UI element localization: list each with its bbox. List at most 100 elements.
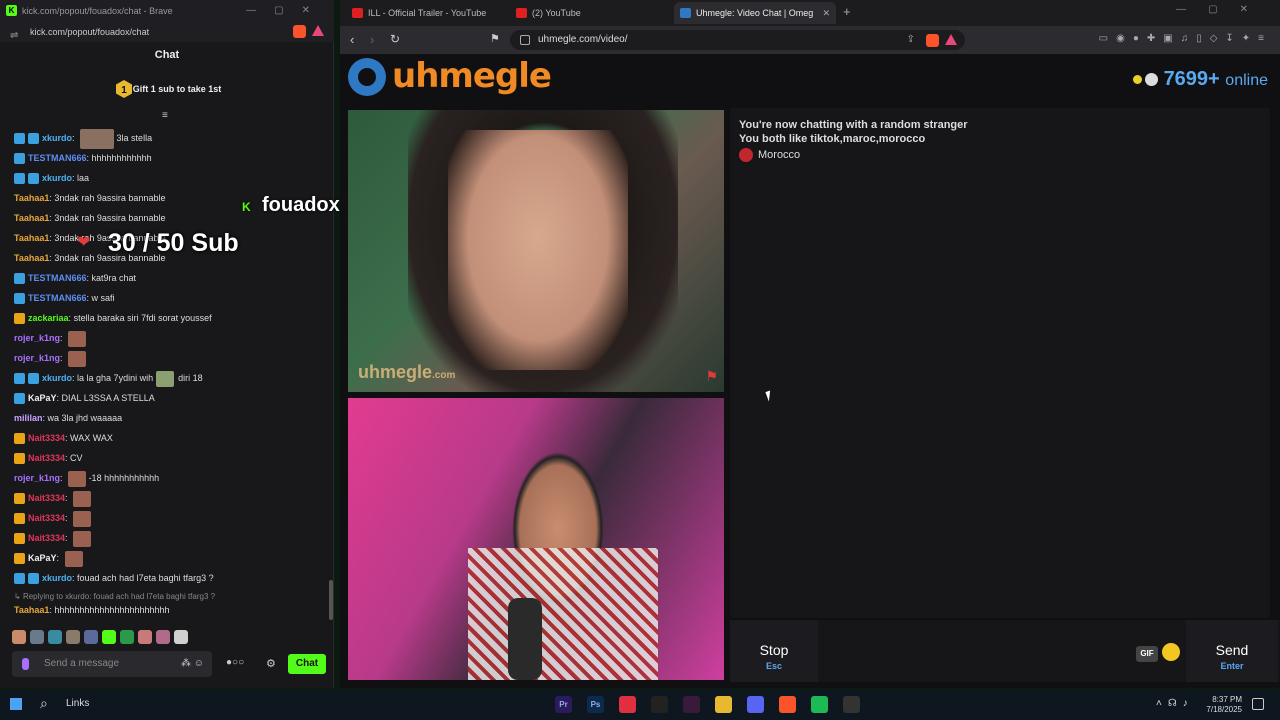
gear-icon[interactable]: ⚙: [266, 657, 276, 670]
tab-title[interactable]: (2) YouTube: [532, 8, 581, 18]
brave-rewards-icon[interactable]: [312, 25, 324, 36]
send-button[interactable]: Send Enter: [1186, 620, 1278, 682]
emote-icon[interactable]: [174, 629, 188, 644]
chat-message-input[interactable]: Send a message ⁂ ☺: [12, 651, 212, 677]
emote-icon[interactable]: [138, 629, 152, 644]
emote-icon[interactable]: [30, 629, 44, 644]
chat-send-button[interactable]: Chat: [288, 654, 326, 674]
chat-username[interactable]: Nait3334: [28, 493, 65, 503]
chat-username[interactable]: Taahaa1: [14, 233, 49, 243]
chat-username[interactable]: KaPaY: [28, 393, 57, 403]
chat-username[interactable]: rojer_k1ng: [14, 473, 60, 483]
obs-icon[interactable]: [843, 696, 860, 714]
site-settings-icon[interactable]: ⇌: [10, 26, 18, 46]
chat-username[interactable]: rojer_k1ng: [14, 333, 60, 343]
switch-icon[interactable]: [619, 696, 636, 714]
chat-username[interactable]: Nait3334: [28, 453, 65, 463]
tab-title[interactable]: ILL - Official Trailer - YouTube: [368, 8, 486, 18]
reload-icon[interactable]: ↻: [390, 32, 400, 46]
theme-toggle-icon[interactable]: [1144, 73, 1158, 87]
emote-icon[interactable]: [66, 629, 80, 644]
bookmark-icon[interactable]: ⚑: [490, 32, 500, 45]
chat-username[interactable]: xkurdo: [42, 173, 72, 183]
chat-input-placeholder[interactable]: Send a message: [44, 658, 119, 669]
clock-time[interactable]: 8:37 PM: [1196, 695, 1242, 705]
chat-username[interactable]: Taahaa1: [14, 213, 49, 223]
clock-date[interactable]: 7/18/2025: [1196, 705, 1242, 715]
chat-extras-icon[interactable]: ●○○: [226, 657, 244, 668]
kick-window-controls[interactable]: —▢✕: [246, 0, 328, 22]
send-label[interactable]: Send: [1216, 642, 1249, 658]
notification-icon[interactable]: [1252, 698, 1264, 710]
back-icon[interactable]: ‹: [350, 32, 354, 47]
vegas-icon[interactable]: [683, 696, 700, 714]
chat-username[interactable]: TESTMAN666: [28, 293, 87, 303]
chat-username[interactable]: Nait3334: [28, 533, 65, 543]
kick-address-bar[interactable]: ⇌ kick.com/popout/fouadox/chat: [0, 22, 334, 42]
chat-username[interactable]: Nait3334: [28, 513, 65, 523]
mic-icon[interactable]: [22, 658, 29, 670]
windows-start-icon[interactable]: [10, 698, 22, 710]
chat-username[interactable]: TESTMAN666: [28, 273, 87, 283]
input-tools-icons[interactable]: ⁂ ☺: [181, 651, 204, 677]
url-text[interactable]: uhmegle.com/video/: [538, 34, 628, 45]
photoshop-icon[interactable]: Ps: [587, 696, 604, 714]
pinned-toggle-icon[interactable]: ≡: [162, 110, 168, 121]
tab-uhmegle[interactable]: Uhmegle: Video Chat | Omeg ✕: [674, 2, 836, 24]
chat-username[interactable]: Taahaa1: [14, 253, 49, 263]
folder-icon[interactable]: [715, 696, 732, 714]
capcut-icon[interactable]: [651, 696, 668, 714]
gift-sub-text[interactable]: Gift 1 sub to take 1st: [133, 84, 222, 94]
chat-username[interactable]: xkurdo: [42, 573, 72, 583]
emote-icon[interactable]: [120, 629, 134, 644]
tab-title[interactable]: Uhmegle: Video Chat | Omeg: [696, 8, 813, 18]
site-info-icon[interactable]: [520, 35, 530, 45]
chat-username[interactable]: zackariaa: [28, 313, 69, 323]
chat-username[interactable]: rojer_k1ng: [14, 353, 60, 363]
links-toolbar[interactable]: Links: [66, 698, 89, 709]
gift-sub-banner[interactable]: Gift 1 sub to take 1st: [0, 78, 334, 100]
chat-username[interactable]: mililan: [14, 413, 43, 423]
emote-icon[interactable]: [84, 629, 98, 644]
brave-shields-icon[interactable]: [926, 34, 939, 47]
brave-rewards-icon[interactable]: [945, 34, 957, 45]
emote-icon[interactable]: [48, 629, 62, 644]
forward-icon[interactable]: ›: [370, 32, 374, 47]
window-controls[interactable]: —▢✕: [1176, 4, 1270, 15]
share-icon[interactable]: ⇪: [907, 30, 915, 50]
emote-icon[interactable]: [156, 629, 170, 644]
spotify-icon[interactable]: [811, 696, 828, 714]
stop-button[interactable]: Stop Esc: [730, 620, 818, 682]
emote-icon[interactable]: [12, 629, 26, 644]
chat-username[interactable]: Taahaa1: [14, 193, 49, 203]
message-input[interactable]: [822, 620, 1178, 682]
new-tab-button[interactable]: +: [843, 4, 851, 19]
tab-youtube[interactable]: (2) YouTube: [510, 2, 672, 24]
brave-icon[interactable]: [779, 696, 796, 714]
system-tray-icons[interactable]: ˄☊♪: [1156, 698, 1194, 709]
stop-label[interactable]: Stop: [760, 642, 789, 658]
taskbar-clock[interactable]: 8:37 PM 7/18/2025: [1196, 695, 1242, 715]
overlay-streamer-text: fouadox: [262, 194, 340, 216]
premiere-icon[interactable]: Pr: [555, 696, 572, 714]
close-tab-icon[interactable]: ✕: [822, 2, 830, 24]
discord-icon[interactable]: [747, 696, 764, 714]
chat-username[interactable]: TESTMAN666: [28, 153, 87, 163]
gif-button[interactable]: GIF: [1136, 646, 1158, 662]
address-bar[interactable]: uhmegle.com/video/ ⇪: [510, 30, 965, 50]
extensions-icons[interactable]: ▭◉●✚▣♫▯◇↧✦≡: [1099, 33, 1272, 44]
emoji-icon[interactable]: [1162, 643, 1180, 661]
chat-username[interactable]: xkurdo: [42, 373, 72, 383]
kick-url[interactable]: kick.com/popout/fouadox/chat: [30, 27, 149, 37]
report-flag-icon[interactable]: ⚑: [705, 368, 718, 385]
tab-youtube-trailer[interactable]: ILL - Official Trailer - YouTube: [346, 2, 508, 24]
emote-icon[interactable]: [102, 629, 116, 644]
brave-shields-icon[interactable]: [293, 25, 306, 38]
chat-username[interactable]: Taahaa1: [14, 605, 49, 615]
search-icon[interactable]: ⌕: [40, 695, 48, 712]
chat-username[interactable]: KaPaY: [28, 553, 57, 563]
chat-username[interactable]: Nait3334: [28, 433, 65, 443]
uhmegle-logo[interactable]: uhmegle: [348, 56, 552, 98]
chat-scrollbar[interactable]: [329, 580, 333, 620]
chat-username[interactable]: xkurdo: [42, 133, 72, 143]
